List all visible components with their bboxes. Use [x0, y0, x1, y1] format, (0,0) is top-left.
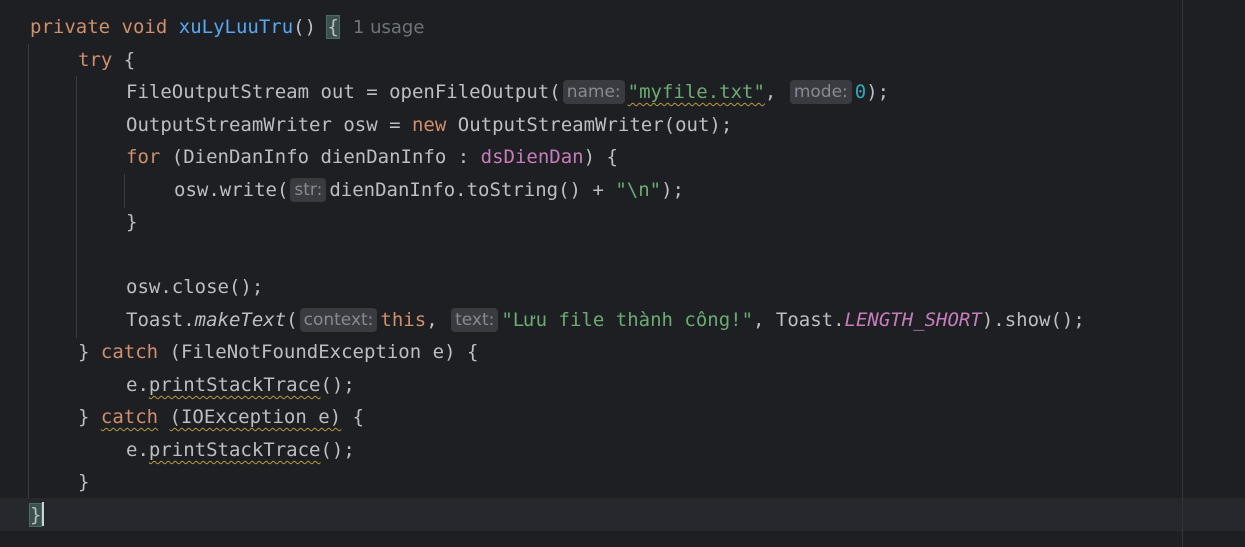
text-caret [42, 502, 45, 526]
method-call-warning: printStackTrace [148, 439, 321, 461]
number-literal: 0 [854, 81, 867, 103]
param-hint-str: str: [290, 178, 327, 202]
code-text: ).show(); [981, 309, 1085, 331]
indent-guide [76, 76, 77, 338]
keyword-private: private [30, 16, 111, 38]
code-text: FileOutputStream out = openFileOutput( [126, 81, 561, 103]
code-text: OutputStreamWriter(out); [446, 114, 733, 136]
code-line-10[interactable]: Toast.makeText(context: this, text: "Lưu f… [126, 304, 1085, 336]
code-text: ); [866, 81, 890, 103]
code-line-7[interactable]: } [126, 206, 137, 238]
code-line-16[interactable]: } [28, 499, 45, 531]
code-text: (FileNotFoundException e) { [158, 341, 479, 363]
code-line-15[interactable]: } [78, 466, 89, 498]
static-method: makeText [194, 309, 287, 331]
code-text: osw.close(); [126, 276, 264, 298]
code-text: (); [320, 374, 355, 396]
string-literal: "Lưu file thành công!" [501, 309, 754, 331]
param-hint-text: text: [451, 308, 499, 332]
param-hint-context: context: [299, 308, 378, 332]
code-line-6[interactable]: osw.write(str: dienDanInfo.toString() + "… [174, 174, 684, 206]
code-line-5[interactable]: for (DienDanInfo dienDanInfo : dsDienDan… [126, 141, 618, 173]
code-text: { [112, 49, 136, 71]
param-hint-mode: mode: [789, 80, 852, 104]
right-margin-guide [1182, 0, 1183, 547]
code-text: , [426, 309, 450, 331]
code-text: OutputStreamWriter osw = [126, 114, 412, 136]
string-literal: "myfile.txt" [627, 81, 765, 103]
code-line-1[interactable]: private void xuLyLuuTru() {1 usage [30, 11, 424, 43]
keyword-new: new [411, 114, 447, 136]
code-text: ); [661, 179, 684, 201]
constant: LENGTH_SHORT [844, 309, 982, 331]
keyword-for: for [126, 146, 161, 168]
code-text: e. [126, 439, 149, 461]
matched-brace: } [28, 503, 43, 527]
code-line-14[interactable]: e.printStackTrace(); [126, 434, 355, 466]
keyword-catch-warning: catch [100, 406, 159, 428]
code-editor[interactable]: private void xuLyLuuTru() {1 usage try {… [0, 0, 1245, 547]
code-text: } [78, 471, 90, 493]
code-line-13[interactable]: } catch (IOException e) { [78, 401, 364, 433]
code-line-11[interactable]: } catch (FileNotFoundException e) { [78, 336, 478, 368]
code-text: (); [320, 439, 355, 461]
code-line-9[interactable]: osw.close(); [126, 271, 263, 303]
code-line-2[interactable]: try { [78, 44, 135, 76]
code-text: } [78, 341, 101, 363]
keyword-try: try [78, 49, 113, 71]
current-line-highlight [0, 498, 1245, 531]
field-name: dsDienDan [480, 146, 584, 168]
string-literal: "\n" [615, 179, 662, 201]
code-line-12[interactable]: e.printStackTrace(); [126, 369, 355, 401]
catch-param-warning: (IOException e) [169, 406, 342, 428]
matched-brace: { [326, 15, 340, 39]
code-text: osw.write( [174, 179, 289, 201]
keyword-this: this [380, 309, 427, 331]
code-text: , [764, 81, 788, 103]
code-text: Toast. [126, 309, 195, 331]
param-hint-name: name: [562, 80, 625, 104]
usage-hint[interactable]: 1 usage [353, 17, 425, 38]
code-text: } [78, 406, 101, 428]
code-text: e. [126, 374, 149, 396]
code-text: ( [286, 309, 298, 331]
method-signature: () [293, 16, 328, 38]
keyword-catch: catch [100, 341, 159, 363]
code-text: , Toast. [753, 309, 845, 331]
keyword-void: void [121, 16, 168, 38]
indent-guide [124, 174, 125, 208]
method-call-warning: printStackTrace [148, 374, 321, 396]
code-text: ) { [583, 146, 618, 168]
code-text: (DienDanInfo dienDanInfo : [160, 146, 481, 168]
code-line-3[interactable]: FileOutputStream out = openFileOutput(na… [126, 76, 889, 108]
code-text: { [341, 406, 365, 428]
code-text: dienDanInfo.toString() + [329, 179, 616, 201]
code-text: } [126, 211, 138, 233]
code-line-4[interactable]: OutputStreamWriter osw = new OutputStrea… [126, 109, 732, 141]
method-name: xuLyLuuTru [178, 16, 294, 38]
indent-guide [28, 44, 29, 498]
